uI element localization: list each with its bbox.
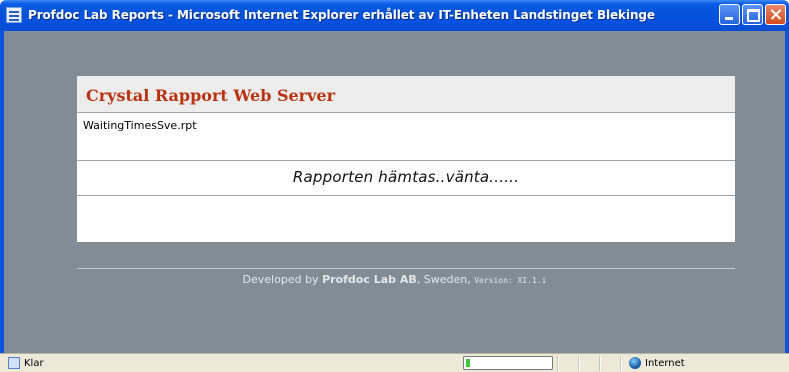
report-panel: Crystal Rapport Web Server WaitingTimesS… (77, 76, 735, 242)
progress-bar (463, 356, 553, 370)
footer-suffix: , Sweden, (416, 273, 471, 286)
status-separator (599, 356, 601, 371)
window-title: Profdoc Lab Reports - Microsoft Internet… (28, 8, 655, 22)
footer-company: Profdoc Lab AB (322, 273, 417, 286)
maximize-button[interactable] (742, 4, 763, 25)
close-button[interactable] (765, 4, 786, 25)
internet-zone-icon (629, 357, 641, 369)
progress-fill (466, 359, 470, 367)
status-text: Klar (24, 358, 44, 369)
loading-row: Rapporten hämtas..vänta...... (77, 161, 735, 196)
window-titlebar[interactable]: Profdoc Lab Reports - Microsoft Internet… (0, 0, 789, 31)
page-content: Crystal Rapport Web Server WaitingTimesS… (4, 31, 785, 353)
status-separator (578, 356, 580, 371)
page-status-icon (8, 357, 20, 369)
report-file-row: WaitingTimesSve.rpt (77, 113, 735, 161)
status-bar: Klar Internet (0, 353, 789, 372)
report-file-name: WaitingTimesSve.rpt (83, 119, 197, 132)
panel-title: Crystal Rapport Web Server (86, 86, 336, 105)
status-separator (620, 356, 622, 371)
footer-divider (77, 268, 735, 269)
footer: Developed by Profdoc Lab AB, Sweden, Ver… (4, 273, 785, 286)
footer-version: Version: XI.1.i (474, 276, 547, 285)
footer-prefix: Developed by (242, 273, 319, 286)
status-separator (557, 356, 559, 371)
window-frame-right (785, 31, 789, 353)
panel-header: Crystal Rapport Web Server (77, 76, 735, 113)
loading-message: Rapporten hämtas..vänta...... (292, 168, 520, 186)
ie-page-icon[interactable] (6, 7, 22, 23)
minimize-button[interactable] (719, 4, 740, 25)
security-zone-label: Internet (645, 358, 685, 369)
